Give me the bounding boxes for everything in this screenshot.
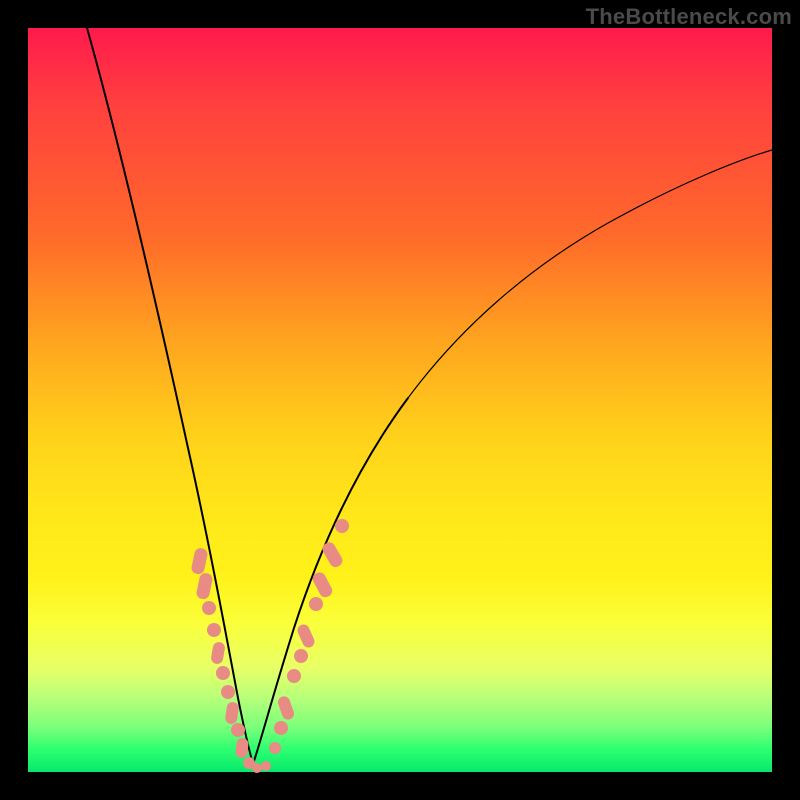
- curve-right-branch-lower: [253, 398, 408, 764]
- markers-right-group: [269, 519, 349, 754]
- chart-plot-area: [28, 28, 772, 772]
- curve-right-branch-upper: [408, 150, 772, 398]
- watermark-text: TheBottleneck.com: [586, 4, 792, 30]
- curve-left-branch: [87, 28, 253, 764]
- chart-svg: [28, 28, 772, 772]
- chart-frame: TheBottleneck.com: [0, 0, 800, 800]
